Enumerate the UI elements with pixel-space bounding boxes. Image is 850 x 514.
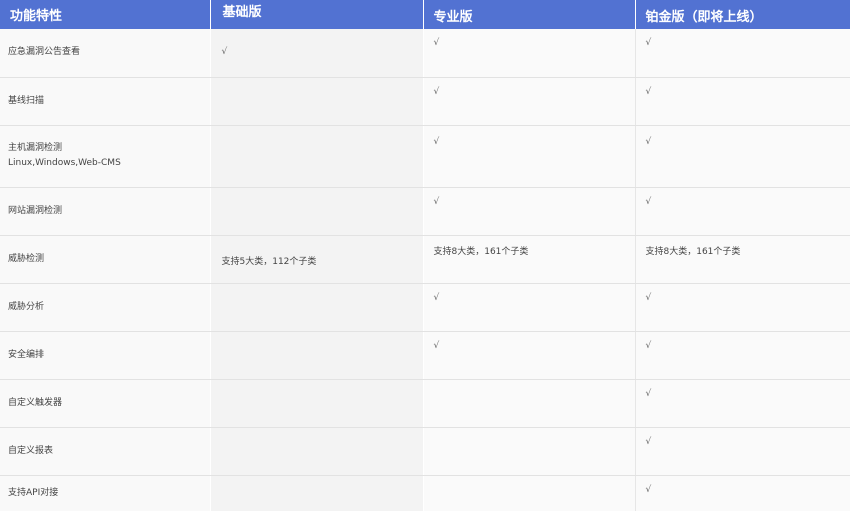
pro-cell: √ — [422, 187, 635, 236]
table-row: 基线扫描 √ √ — [0, 77, 850, 126]
basic-cell: √ — [209, 29, 423, 78]
header-feature: 功能特性 — [0, 0, 211, 29]
platinum-cell: √ — [634, 331, 850, 380]
check-mark: √ — [645, 484, 652, 495]
check-mark: √ — [433, 38, 440, 48]
platinum-cell: √ — [634, 475, 850, 511]
check-mark: √ — [433, 86, 440, 97]
basic-cell — [209, 379, 423, 428]
feature-label: 基线扫描 — [8, 95, 45, 106]
feature-label: 支持API对接 — [8, 487, 59, 498]
table-body: 应急漏洞公告查看 √ √ √ 基线扫描 √ √ 主机漏洞检测 Linux,Win… — [0, 29, 850, 511]
basic-cell — [209, 125, 423, 188]
feature-label: 主机漏洞检测 — [8, 143, 63, 153]
platinum-cell: √ — [634, 283, 850, 332]
platinum-cell: √ — [634, 427, 850, 476]
table-row: 自定义触发器 √ — [0, 379, 850, 428]
feature-cell: 主机漏洞检测 Linux,Windows,Web-CMS — [0, 125, 210, 188]
check-mark: √ — [433, 292, 440, 303]
platinum-cell: 支持8大类，161个子类 — [634, 235, 850, 284]
basic-cell — [209, 187, 423, 236]
feature-cell: 自定义报表 — [0, 427, 210, 476]
check-mark: √ — [433, 196, 440, 207]
feature-cell: 威胁分析 — [0, 283, 210, 332]
feature-cell: 自定义触发器 — [0, 379, 210, 428]
basic-cell — [209, 427, 423, 476]
header-pro-plan: 专业版 — [423, 0, 636, 29]
pro-cell — [422, 475, 635, 511]
platinum-cell: √ — [634, 125, 850, 188]
pro-cell — [422, 427, 635, 476]
feature-label: 自定义报表 — [8, 445, 54, 456]
header-basic-plan: 基础版 — [210, 0, 424, 29]
pro-cell: √ — [422, 283, 635, 332]
feature-cell: 威胁检测 — [0, 235, 210, 284]
table-row: 威胁分析 √ √ — [0, 283, 850, 332]
table-row: 安全编排 √ √ — [0, 331, 850, 380]
header-platinum-plan: 铂金版（即将上线） — [635, 0, 850, 29]
basic-cell — [209, 283, 423, 332]
check-mark: √ — [433, 340, 440, 351]
feature-cell: 应急漏洞公告查看 — [0, 29, 210, 78]
basic-cell — [209, 475, 423, 511]
table-row: 自定义报表 √ — [0, 427, 850, 476]
support-text: 支持8大类，161个子类 — [433, 246, 529, 257]
pro-cell: √ — [422, 77, 635, 126]
support-text: 支持5大类，112个子类 — [221, 256, 317, 267]
check-mark: √ — [645, 340, 652, 351]
basic-cell: 支持5大类，112个子类 — [209, 235, 423, 284]
check-mark: √ — [645, 196, 652, 207]
check-mark: √ — [645, 136, 652, 147]
pro-cell: √ — [422, 29, 635, 78]
feature-label: 威胁分析 — [8, 301, 45, 312]
check-mark: √ — [645, 388, 652, 399]
table-row: 应急漏洞公告查看 √ √ √ — [0, 29, 850, 78]
feature-cell: 基线扫描 — [0, 77, 210, 126]
check-mark: √ — [645, 86, 652, 97]
platinum-cell: √ — [634, 379, 850, 428]
check-mark: √ — [221, 47, 228, 58]
pro-cell: √ — [422, 331, 635, 380]
basic-cell — [209, 77, 423, 126]
table-row: 威胁检测 支持5大类，112个子类 支持8大类，161个子类 支持8大类，161… — [0, 235, 850, 284]
pro-cell: √ — [422, 125, 635, 188]
feature-cell: 网站漏洞检测 — [0, 187, 210, 236]
table-header: 功能特性 基础版 专业版 铂金版（即将上线） — [0, 0, 850, 29]
basic-cell — [209, 331, 423, 380]
feature-cell: 安全编排 — [0, 331, 210, 380]
feature-label: 自定义触发器 — [8, 397, 63, 408]
feature-comparison-table: 功能特性 基础版 专业版 铂金版（即将上线） 应急漏洞公告查看 √ √ √ 基线… — [0, 0, 850, 511]
check-mark: √ — [645, 436, 652, 447]
pro-cell: 支持8大类，161个子类 — [422, 235, 635, 284]
table-row: 网站漏洞检测 √ √ — [0, 187, 850, 236]
check-mark: √ — [645, 38, 652, 48]
pro-cell — [422, 379, 635, 428]
feature-sublabel: Linux,Windows,Web-CMS — [8, 158, 121, 168]
check-mark: √ — [645, 292, 652, 303]
check-mark: √ — [433, 136, 440, 147]
table-row: 支持API对接 √ — [0, 475, 850, 511]
feature-label: 安全编排 — [8, 349, 45, 360]
feature-label: 网站漏洞检测 — [8, 205, 63, 216]
support-text: 支持8大类，161个子类 — [645, 246, 741, 257]
platinum-cell: √ — [634, 77, 850, 126]
feature-cell: 支持API对接 — [0, 475, 210, 511]
feature-label: 应急漏洞公告查看 — [8, 47, 81, 58]
platinum-cell: √ — [634, 29, 850, 78]
platinum-cell: √ — [634, 187, 850, 236]
header-row: 功能特性 基础版 专业版 铂金版（即将上线） — [0, 0, 850, 29]
feature-label: 威胁检测 — [8, 253, 45, 264]
table-row: 主机漏洞检测 Linux,Windows,Web-CMS √ √ — [0, 125, 850, 188]
